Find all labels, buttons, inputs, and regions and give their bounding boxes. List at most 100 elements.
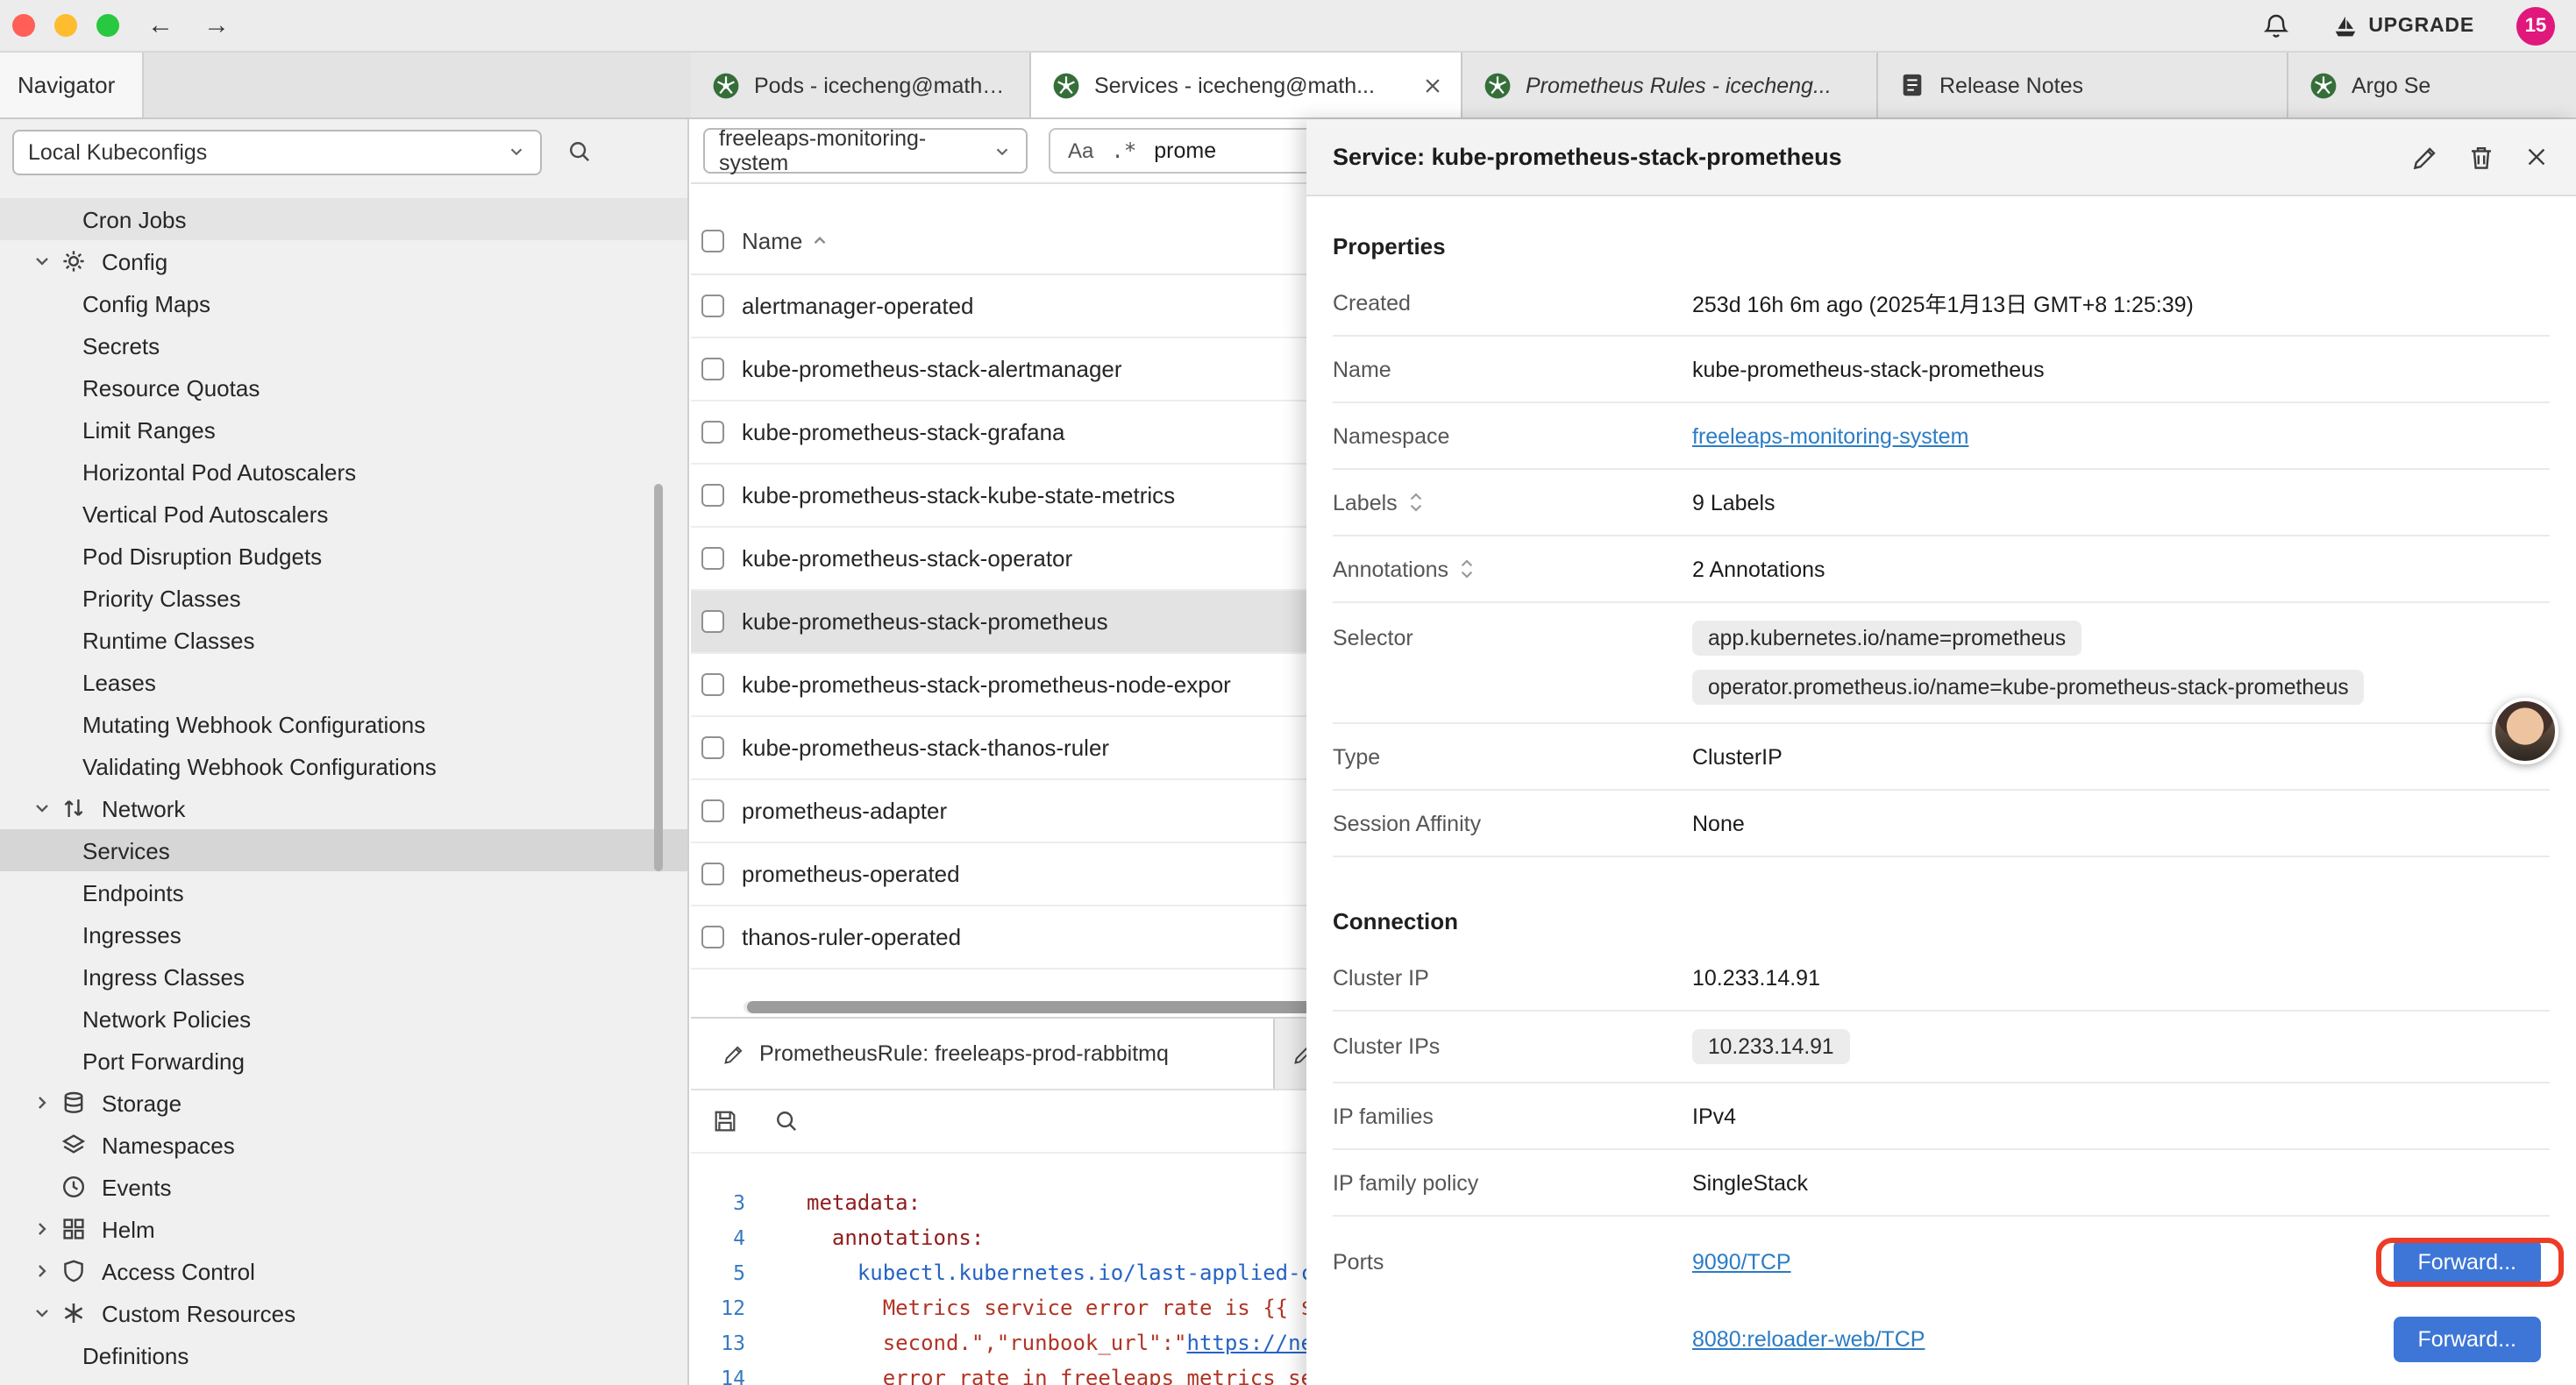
- detail-value: None: [1692, 811, 2550, 835]
- tab-pods-icecheng-mathmas[interactable]: Pods - icecheng@mathmas...: [691, 53, 1031, 117]
- window-close-button[interactable]: [12, 14, 35, 37]
- chevron-down-icon[interactable]: [32, 1303, 56, 1324]
- forward-button[interactable]: Forward...: [2393, 1317, 2541, 1362]
- detail-label-text: Cluster IP: [1333, 965, 1429, 990]
- drawer-title: Service: kube-prometheus-stack-prometheu…: [1333, 144, 2383, 170]
- sidebar-item-network-policies[interactable]: Network Policies: [0, 998, 687, 1040]
- forward-button[interactable]: →: [203, 12, 230, 39]
- tab-close-icon[interactable]: [1422, 75, 1443, 96]
- sidebar-item-horizontal-pod-autoscalers[interactable]: Horizontal Pod Autoscalers: [0, 451, 687, 493]
- editor-tab[interactable]: PrometheusRule: freeleaps-prod-rabbitmq: [691, 1019, 1275, 1089]
- storage-icon: [61, 1090, 89, 1115]
- edit-icon[interactable]: [2411, 143, 2439, 171]
- namespace-link[interactable]: freeleaps-monitoring-system: [1692, 423, 1968, 448]
- chevron-right-icon[interactable]: [32, 1218, 56, 1239]
- row-name: prometheus-adapter: [742, 798, 947, 824]
- editor-search-icon[interactable]: [773, 1108, 800, 1134]
- chevron-right-icon[interactable]: [32, 1261, 56, 1282]
- sidebar-item-ingresses[interactable]: Ingresses: [0, 913, 687, 955]
- sidebar-item-namespaces[interactable]: Namespaces: [0, 1124, 687, 1166]
- detail-label: Type: [1333, 744, 1692, 769]
- code-token: second.","runbook_url":": [883, 1331, 1187, 1355]
- row-checkbox[interactable]: [701, 547, 724, 570]
- sidebar-item-label: Ingress Classes: [82, 963, 245, 990]
- row-checkbox[interactable]: [701, 863, 724, 885]
- sidebar-item-limit-ranges[interactable]: Limit Ranges: [0, 408, 687, 451]
- chevron-down-icon[interactable]: [32, 798, 56, 819]
- sidebar-item-events[interactable]: Events: [0, 1166, 687, 1208]
- chevron-right-icon[interactable]: [32, 1092, 56, 1113]
- detail-value: 10.233.14.91: [1692, 1029, 2550, 1064]
- back-button[interactable]: ←: [147, 12, 174, 39]
- code-text: second.","runbook_url":"https://net: [807, 1325, 1326, 1360]
- detail-value: kube-prometheus-stack-prometheus: [1692, 357, 2550, 381]
- row-checkbox[interactable]: [701, 736, 724, 759]
- close-icon[interactable]: [2523, 144, 2550, 170]
- row-checkbox[interactable]: [701, 673, 724, 696]
- select-all-checkbox[interactable]: [701, 230, 724, 252]
- namespace-select[interactable]: freeleaps-monitoring-system: [703, 128, 1028, 174]
- match-case-toggle[interactable]: Aa: [1068, 138, 1093, 163]
- sidebar-item-label: Vertical Pod Autoscalers: [82, 501, 328, 527]
- sidebar-search-icon[interactable]: [566, 138, 593, 165]
- sidebar-item-definitions[interactable]: Definitions: [0, 1334, 687, 1376]
- notification-count-badge[interactable]: 15: [2516, 7, 2555, 46]
- sidebar-item-priority-classes[interactable]: Priority Classes: [0, 577, 687, 619]
- sidebar-item-label: Pod Disruption Budgets: [82, 543, 322, 569]
- tab-prometheus-rules-icecheng[interactable]: Prometheus Rules - icecheng...: [1462, 53, 1878, 117]
- sidebar-item-label: Leases: [82, 669, 156, 695]
- detail-label-text: Ports: [1333, 1250, 1384, 1275]
- sidebar-item-ingress-classes[interactable]: Ingress Classes: [0, 955, 687, 998]
- sidebar-item-cron-jobs[interactable]: Cron Jobs: [0, 198, 687, 240]
- tab-argo-se[interactable]: Argo Se: [2288, 53, 2576, 117]
- kubeconfig-select[interactable]: Local Kubeconfigs: [12, 129, 542, 174]
- tab-services-icecheng-math[interactable]: Services - icecheng@math...: [1031, 53, 1462, 117]
- window-minimize-button[interactable]: [54, 14, 77, 37]
- line-number: 12: [691, 1290, 745, 1325]
- sidebar-item-custom-resources[interactable]: Custom Resources: [0, 1292, 687, 1334]
- code-token: annotations:: [832, 1225, 984, 1250]
- sidebar-item-secrets[interactable]: Secrets: [0, 324, 687, 366]
- port-link[interactable]: 9090/TCP: [1692, 1250, 1791, 1275]
- sidebar-item-storage[interactable]: Storage: [0, 1082, 687, 1124]
- expand-toggle-icon[interactable]: [1459, 558, 1475, 580]
- notifications-bell-icon[interactable]: [2261, 12, 2289, 40]
- sidebar-item-vertical-pod-autoscalers[interactable]: Vertical Pod Autoscalers: [0, 493, 687, 535]
- row-checkbox[interactable]: [701, 421, 724, 444]
- drawer-header: Service: kube-prometheus-stack-prometheu…: [1306, 119, 2576, 196]
- row-checkbox[interactable]: [701, 926, 724, 948]
- column-header-name[interactable]: Name: [742, 228, 802, 254]
- forward-button[interactable]: Forward...: [2393, 1239, 2541, 1285]
- sidebar-item-mutating-webhook-configurations[interactable]: Mutating Webhook Configurations: [0, 703, 687, 745]
- sidebar-item-validating-webhook-configurations[interactable]: Validating Webhook Configurations: [0, 745, 687, 787]
- sidebar-item-port-forwarding[interactable]: Port Forwarding: [0, 1040, 687, 1082]
- port-link[interactable]: 8080:reloader-web/TCP: [1692, 1327, 1925, 1352]
- delete-icon[interactable]: [2467, 143, 2495, 171]
- detail-label: Namespace: [1333, 423, 1692, 448]
- regex-toggle[interactable]: .*: [1111, 138, 1136, 163]
- chevron-down-icon[interactable]: [32, 251, 56, 272]
- upgrade-button[interactable]: UPGRADE: [2331, 13, 2474, 39]
- save-icon[interactable]: [712, 1108, 738, 1134]
- row-checkbox[interactable]: [701, 358, 724, 380]
- sidebar-scrollbar[interactable]: [654, 484, 663, 871]
- row-checkbox[interactable]: [701, 484, 724, 507]
- sidebar-item-leases[interactable]: Leases: [0, 661, 687, 703]
- row-checkbox[interactable]: [701, 295, 724, 317]
- sidebar-item-resource-quotas[interactable]: Resource Quotas: [0, 366, 687, 408]
- row-checkbox[interactable]: [701, 610, 724, 633]
- sidebar-item-services[interactable]: Services: [0, 829, 687, 871]
- sidebar-item-helm[interactable]: Helm: [0, 1208, 687, 1250]
- sidebar-item-network[interactable]: Network: [0, 787, 687, 829]
- window-zoom-button[interactable]: [96, 14, 119, 37]
- sidebar-item-runtime-classes[interactable]: Runtime Classes: [0, 619, 687, 661]
- sidebar-item-pod-disruption-budgets[interactable]: Pod Disruption Budgets: [0, 535, 687, 577]
- sidebar-item-endpoints[interactable]: Endpoints: [0, 871, 687, 913]
- user-avatar[interactable]: [2492, 698, 2558, 764]
- sidebar-item-config[interactable]: Config: [0, 240, 687, 282]
- row-checkbox[interactable]: [701, 799, 724, 822]
- expand-toggle-icon[interactable]: [1408, 491, 1424, 514]
- sidebar-item-config-maps[interactable]: Config Maps: [0, 282, 687, 324]
- tab-release-notes[interactable]: Release Notes: [1878, 53, 2288, 117]
- sidebar-item-access-control[interactable]: Access Control: [0, 1250, 687, 1292]
